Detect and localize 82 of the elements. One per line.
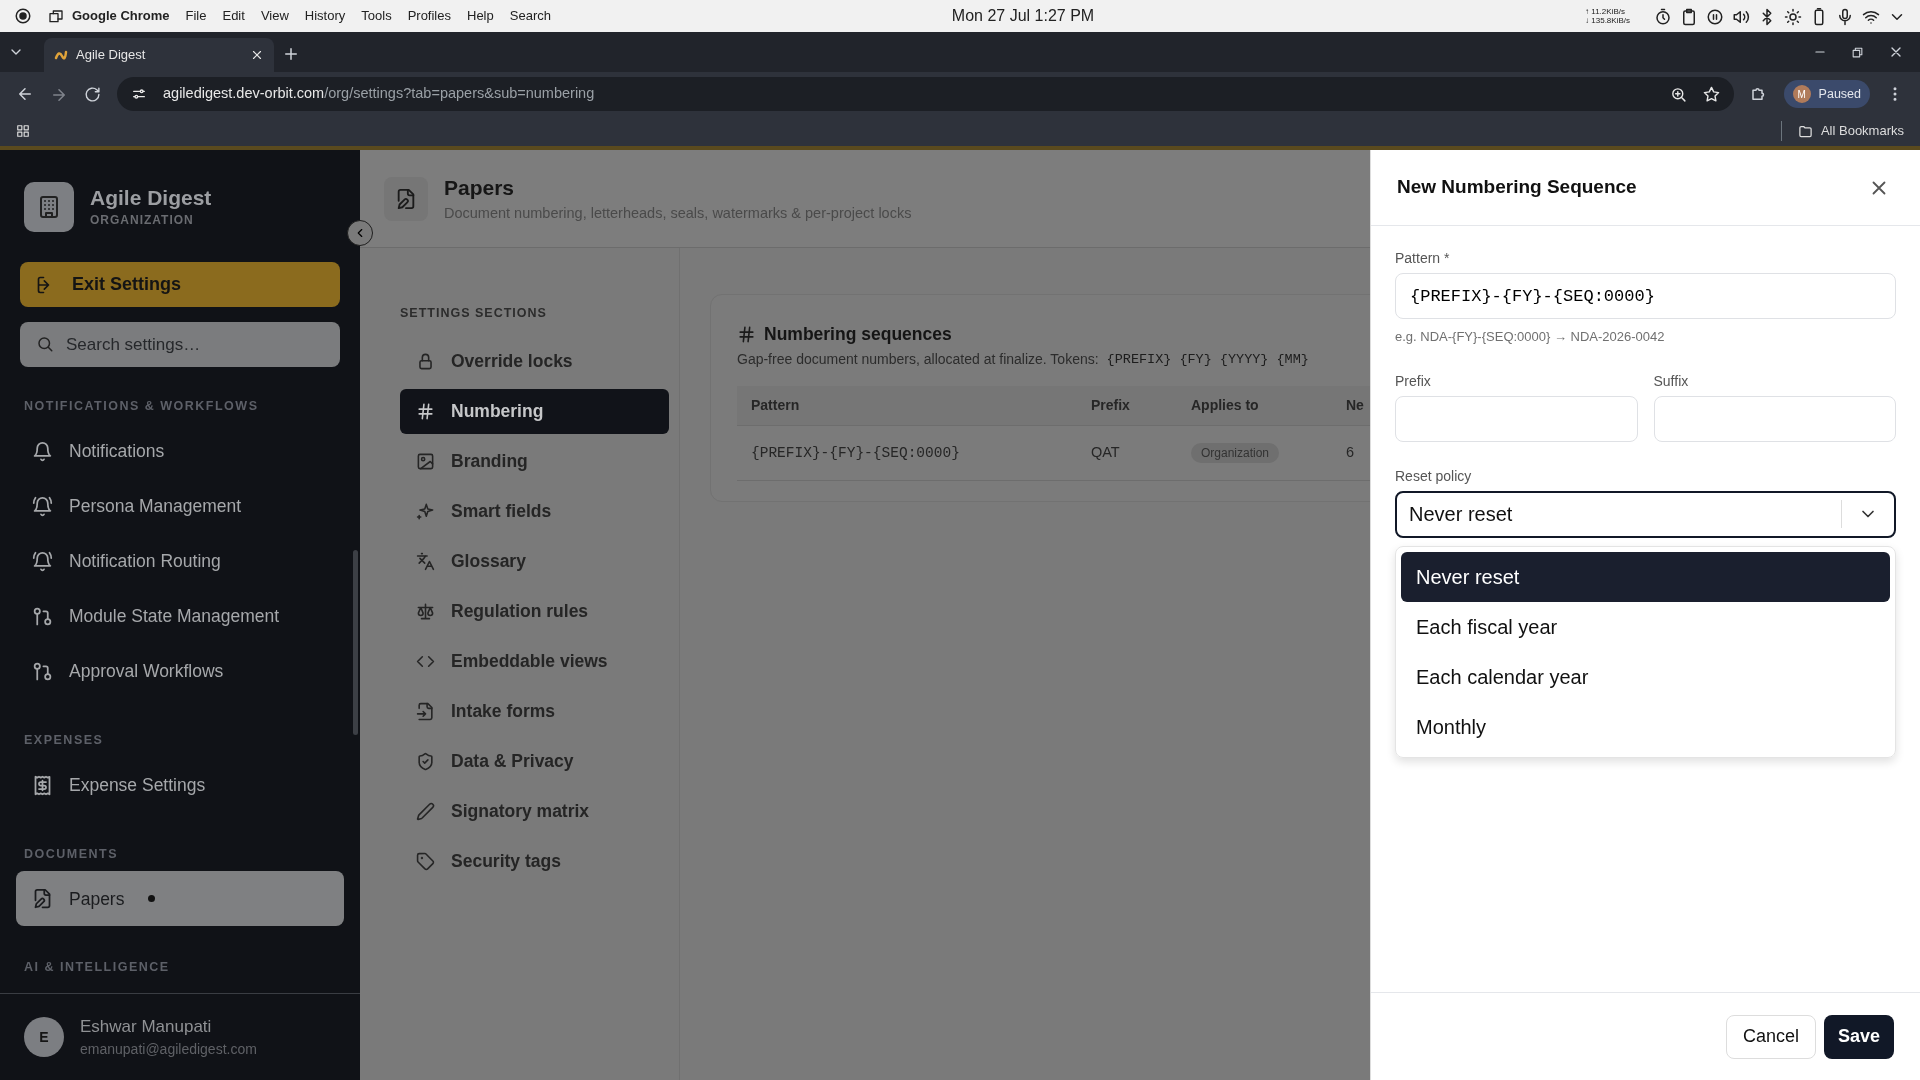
sidebar-item-label: Papers — [69, 887, 125, 911]
sidebar-item-label: Notifications — [69, 440, 165, 464]
browser-tab[interactable]: Agile Digest — [44, 38, 274, 72]
section-tab[interactable]: Numbering — [400, 388, 669, 434]
menu-item[interactable]: History — [304, 6, 346, 26]
dropdown-option[interactable]: Never reset — [1401, 551, 1890, 602]
section-tab[interactable]: Smart fields — [400, 488, 669, 534]
sidebar-item-label: Persona Management — [69, 495, 242, 519]
table-cell: {PREFIX}-{FY}-{SEQ:0000} — [751, 444, 960, 461]
profile-avatar: M — [1792, 85, 1811, 103]
section-heading: AI & INTELLIGENCE — [23, 959, 171, 977]
token: {MM} — [1276, 350, 1309, 369]
download-speed: ↓ 135.8KiB/s — [1585, 16, 1630, 25]
column-header: Pattern — [751, 397, 800, 414]
section-heading: NOTIFICATIONS & WORKFLOWS — [23, 398, 260, 415]
section-heading: DOCUMENTS — [23, 845, 120, 863]
search-field[interactable]: Search settings… — [20, 322, 340, 367]
section-tab[interactable]: Security tags — [400, 838, 669, 884]
column-header: Prefix — [1091, 397, 1130, 414]
user-name: Eshwar Manupati — [80, 1015, 213, 1038]
exit-settings-button[interactable]: Exit Settings — [20, 262, 340, 307]
reset-policy-select[interactable]: Never reset — [1395, 490, 1896, 538]
field-label: Prefix — [1395, 371, 1432, 391]
menu-item[interactable]: File — [185, 6, 207, 26]
sidebar-item-label: Notification Routing — [69, 550, 221, 574]
field-label: Pattern * — [1395, 249, 1451, 268]
clock: Mon 27 Jul 1:27 PM — [951, 6, 1095, 26]
section-tab[interactable]: Glossary — [400, 538, 669, 584]
field-label: Suffix — [1653, 371, 1690, 391]
table-cell: 6 — [1346, 444, 1355, 461]
menu-item[interactable]: Tools — [361, 6, 392, 26]
card-description: Gap-free document numbers, allocated at finalize. Tokens: — [737, 350, 1099, 370]
section-heading: SETTINGS SECTIONS — [400, 305, 548, 322]
sidebar-item-label: Approval Workflows — [69, 660, 224, 684]
pattern-field[interactable]: {PREFIX}-{FY}-{SEQ:0000} — [1395, 273, 1896, 319]
org-name: Agile Digest — [90, 185, 212, 211]
upload-speed: ↑ 11.2KiB/s — [1585, 7, 1626, 16]
profile-button[interactable]: M Paused — [1783, 79, 1870, 109]
column-header: Ne — [1346, 397, 1364, 414]
menu-item[interactable]: View — [260, 6, 289, 26]
scope-badge: Organization — [1191, 443, 1280, 464]
menu-item[interactable]: Search — [509, 6, 551, 26]
field-hint: e.g. NDA-{FY}-{SEQ:0000} → NDA-2026-0042 — [1395, 328, 1666, 346]
menu-item[interactable]: Help — [467, 6, 494, 26]
url-text: agiledigest.dev-orbit.com/org/settings?tab=papers&sub=numbering — [163, 84, 595, 104]
token: {PREFIX} — [1106, 350, 1172, 369]
sidebar-item[interactable]: Approval Workflows — [16, 643, 344, 699]
menu-item[interactable]: Edit — [222, 6, 245, 26]
org-type: ORGANIZATION — [90, 211, 195, 229]
tab-title: Agile Digest — [76, 46, 147, 65]
sidebar-item[interactable]: Papers — [16, 871, 344, 927]
section-tab[interactable]: Branding — [400, 438, 669, 484]
drawer-title: New Numbering Sequence — [1397, 175, 1637, 200]
save-button[interactable]: Save — [1823, 1014, 1894, 1059]
section-tab[interactable]: Intake forms — [400, 688, 669, 734]
address-bar[interactable]: agiledigest.dev-orbit.com/org/settings?tab=papers&sub=numbering — [117, 77, 1734, 111]
column-header: Applies to — [1191, 397, 1259, 414]
cancel-button[interactable]: Cancel — [1725, 1014, 1816, 1059]
bookmarks-link[interactable]: All Bookmarks — [1820, 121, 1904, 141]
section-tab[interactable]: Embeddable views — [400, 638, 669, 684]
sidebar-item-label: Module State Management — [69, 605, 280, 629]
user-avatar: E — [24, 1017, 64, 1057]
sidebar-item[interactable]: Persona Management — [16, 478, 344, 534]
user-email: emanupati@agiledigest.com — [80, 1040, 257, 1060]
sidebar-item[interactable]: Expense Settings — [16, 757, 344, 813]
sidebar-item-label: Expense Settings — [69, 773, 206, 797]
section-heading: EXPENSES — [23, 731, 105, 749]
token: {YYYY} — [1219, 350, 1269, 369]
token: {FY} — [1179, 350, 1212, 369]
section-tab[interactable]: Signatory matrix — [400, 788, 669, 834]
app-name: Google Chrome — [72, 7, 170, 26]
sidebar-item[interactable]: Notifications — [16, 423, 344, 479]
section-tab[interactable]: Regulation rules — [400, 588, 669, 634]
table-cell: QAT — [1091, 444, 1120, 461]
menu-item[interactable]: Profiles — [407, 6, 451, 26]
sidebar-item[interactable]: Module State Management — [16, 588, 344, 644]
section-tab[interactable]: Override locks — [400, 338, 669, 384]
field-label: Reset policy — [1395, 466, 1473, 486]
card-title: Numbering sequences — [764, 323, 952, 346]
sidebar-item[interactable]: Notification Routing — [16, 533, 344, 589]
page-title: Papers — [444, 174, 516, 201]
section-tab[interactable]: Data & Privacy — [400, 738, 669, 784]
